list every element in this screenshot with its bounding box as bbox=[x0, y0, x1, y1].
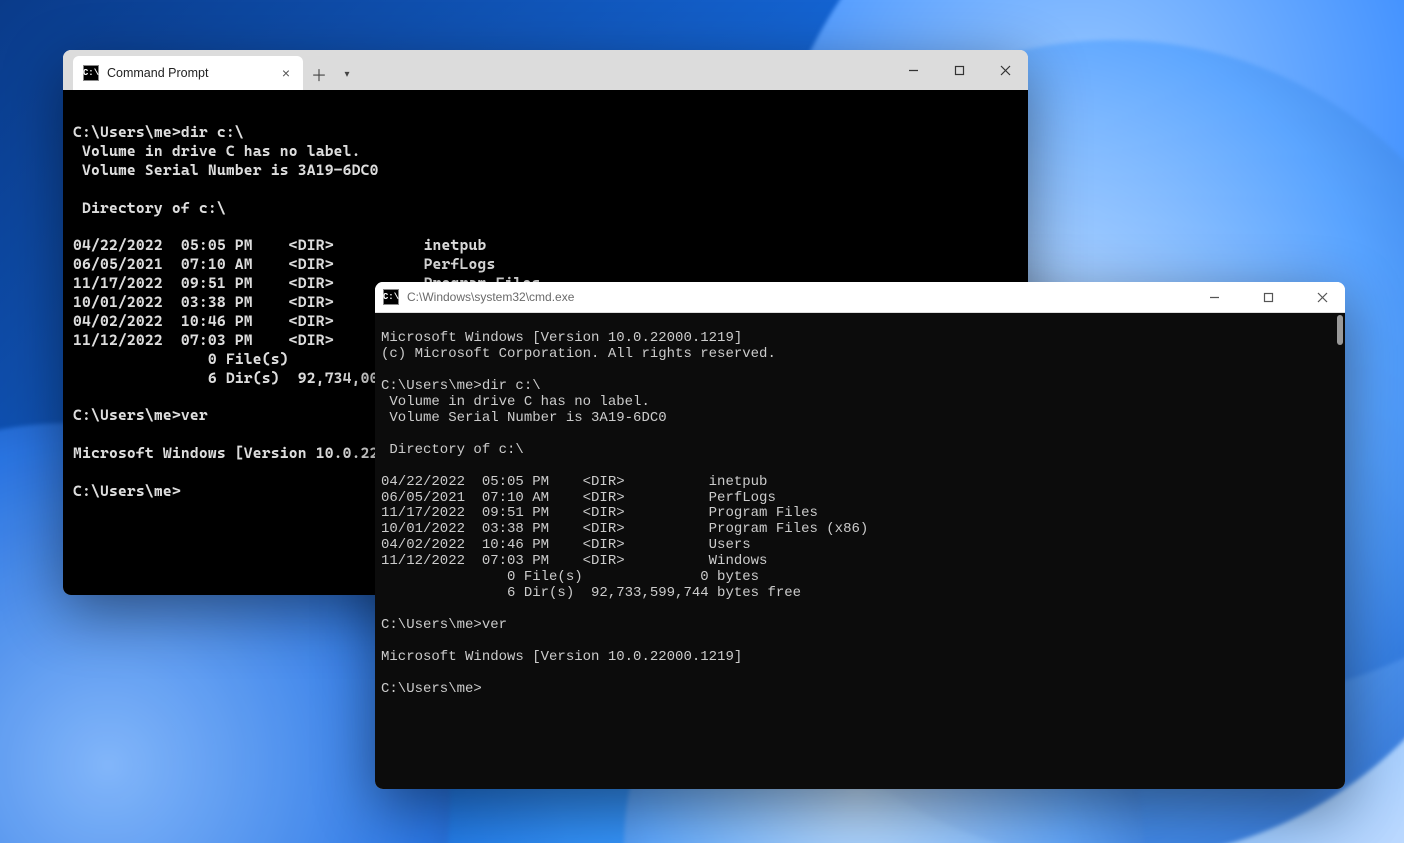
scrollbar-thumb[interactable] bbox=[1337, 315, 1343, 345]
tab-label: Command Prompt bbox=[107, 66, 269, 80]
terminal-viewport[interactable]: Microsoft Windows [Version 10.0.22000.12… bbox=[375, 313, 1345, 789]
minimize-button[interactable] bbox=[1191, 282, 1237, 312]
title-bar[interactable]: C:\ C:\Windows\system32\cmd.exe bbox=[375, 282, 1345, 313]
close-button[interactable] bbox=[1299, 282, 1345, 312]
terminal-output: Microsoft Windows [Version 10.0.22000.12… bbox=[381, 331, 1339, 698]
tab-close-icon[interactable]: × bbox=[277, 65, 295, 81]
window-title: C:\Windows\system32\cmd.exe bbox=[407, 290, 1183, 304]
new-tab-button[interactable]: ＋ bbox=[303, 58, 335, 90]
cmd-icon: C:\ bbox=[83, 65, 99, 81]
title-bar[interactable]: C:\ Command Prompt × ＋ ▾ bbox=[63, 50, 1028, 90]
minimize-icon bbox=[908, 65, 919, 76]
chevron-down-icon: ▾ bbox=[344, 69, 349, 80]
tab-command-prompt[interactable]: C:\ Command Prompt × bbox=[73, 56, 303, 90]
close-icon bbox=[1000, 65, 1011, 76]
minimize-icon bbox=[1209, 292, 1220, 303]
tab-dropdown-button[interactable]: ▾ bbox=[335, 58, 359, 90]
close-button[interactable] bbox=[982, 50, 1028, 90]
minimize-button[interactable] bbox=[890, 50, 936, 90]
maximize-icon bbox=[1263, 292, 1274, 303]
maximize-button[interactable] bbox=[1245, 282, 1291, 312]
close-icon bbox=[1317, 292, 1328, 303]
plus-icon: ＋ bbox=[311, 62, 327, 86]
cmd-icon: C:\ bbox=[383, 289, 399, 305]
cmd-exe-window[interactable]: C:\ C:\Windows\system32\cmd.exe Microsof… bbox=[375, 282, 1345, 789]
maximize-icon bbox=[954, 65, 965, 76]
maximize-button[interactable] bbox=[936, 50, 982, 90]
desktop-wallpaper: C:\ Command Prompt × ＋ ▾ C:\Users\me>dir bbox=[0, 0, 1404, 843]
